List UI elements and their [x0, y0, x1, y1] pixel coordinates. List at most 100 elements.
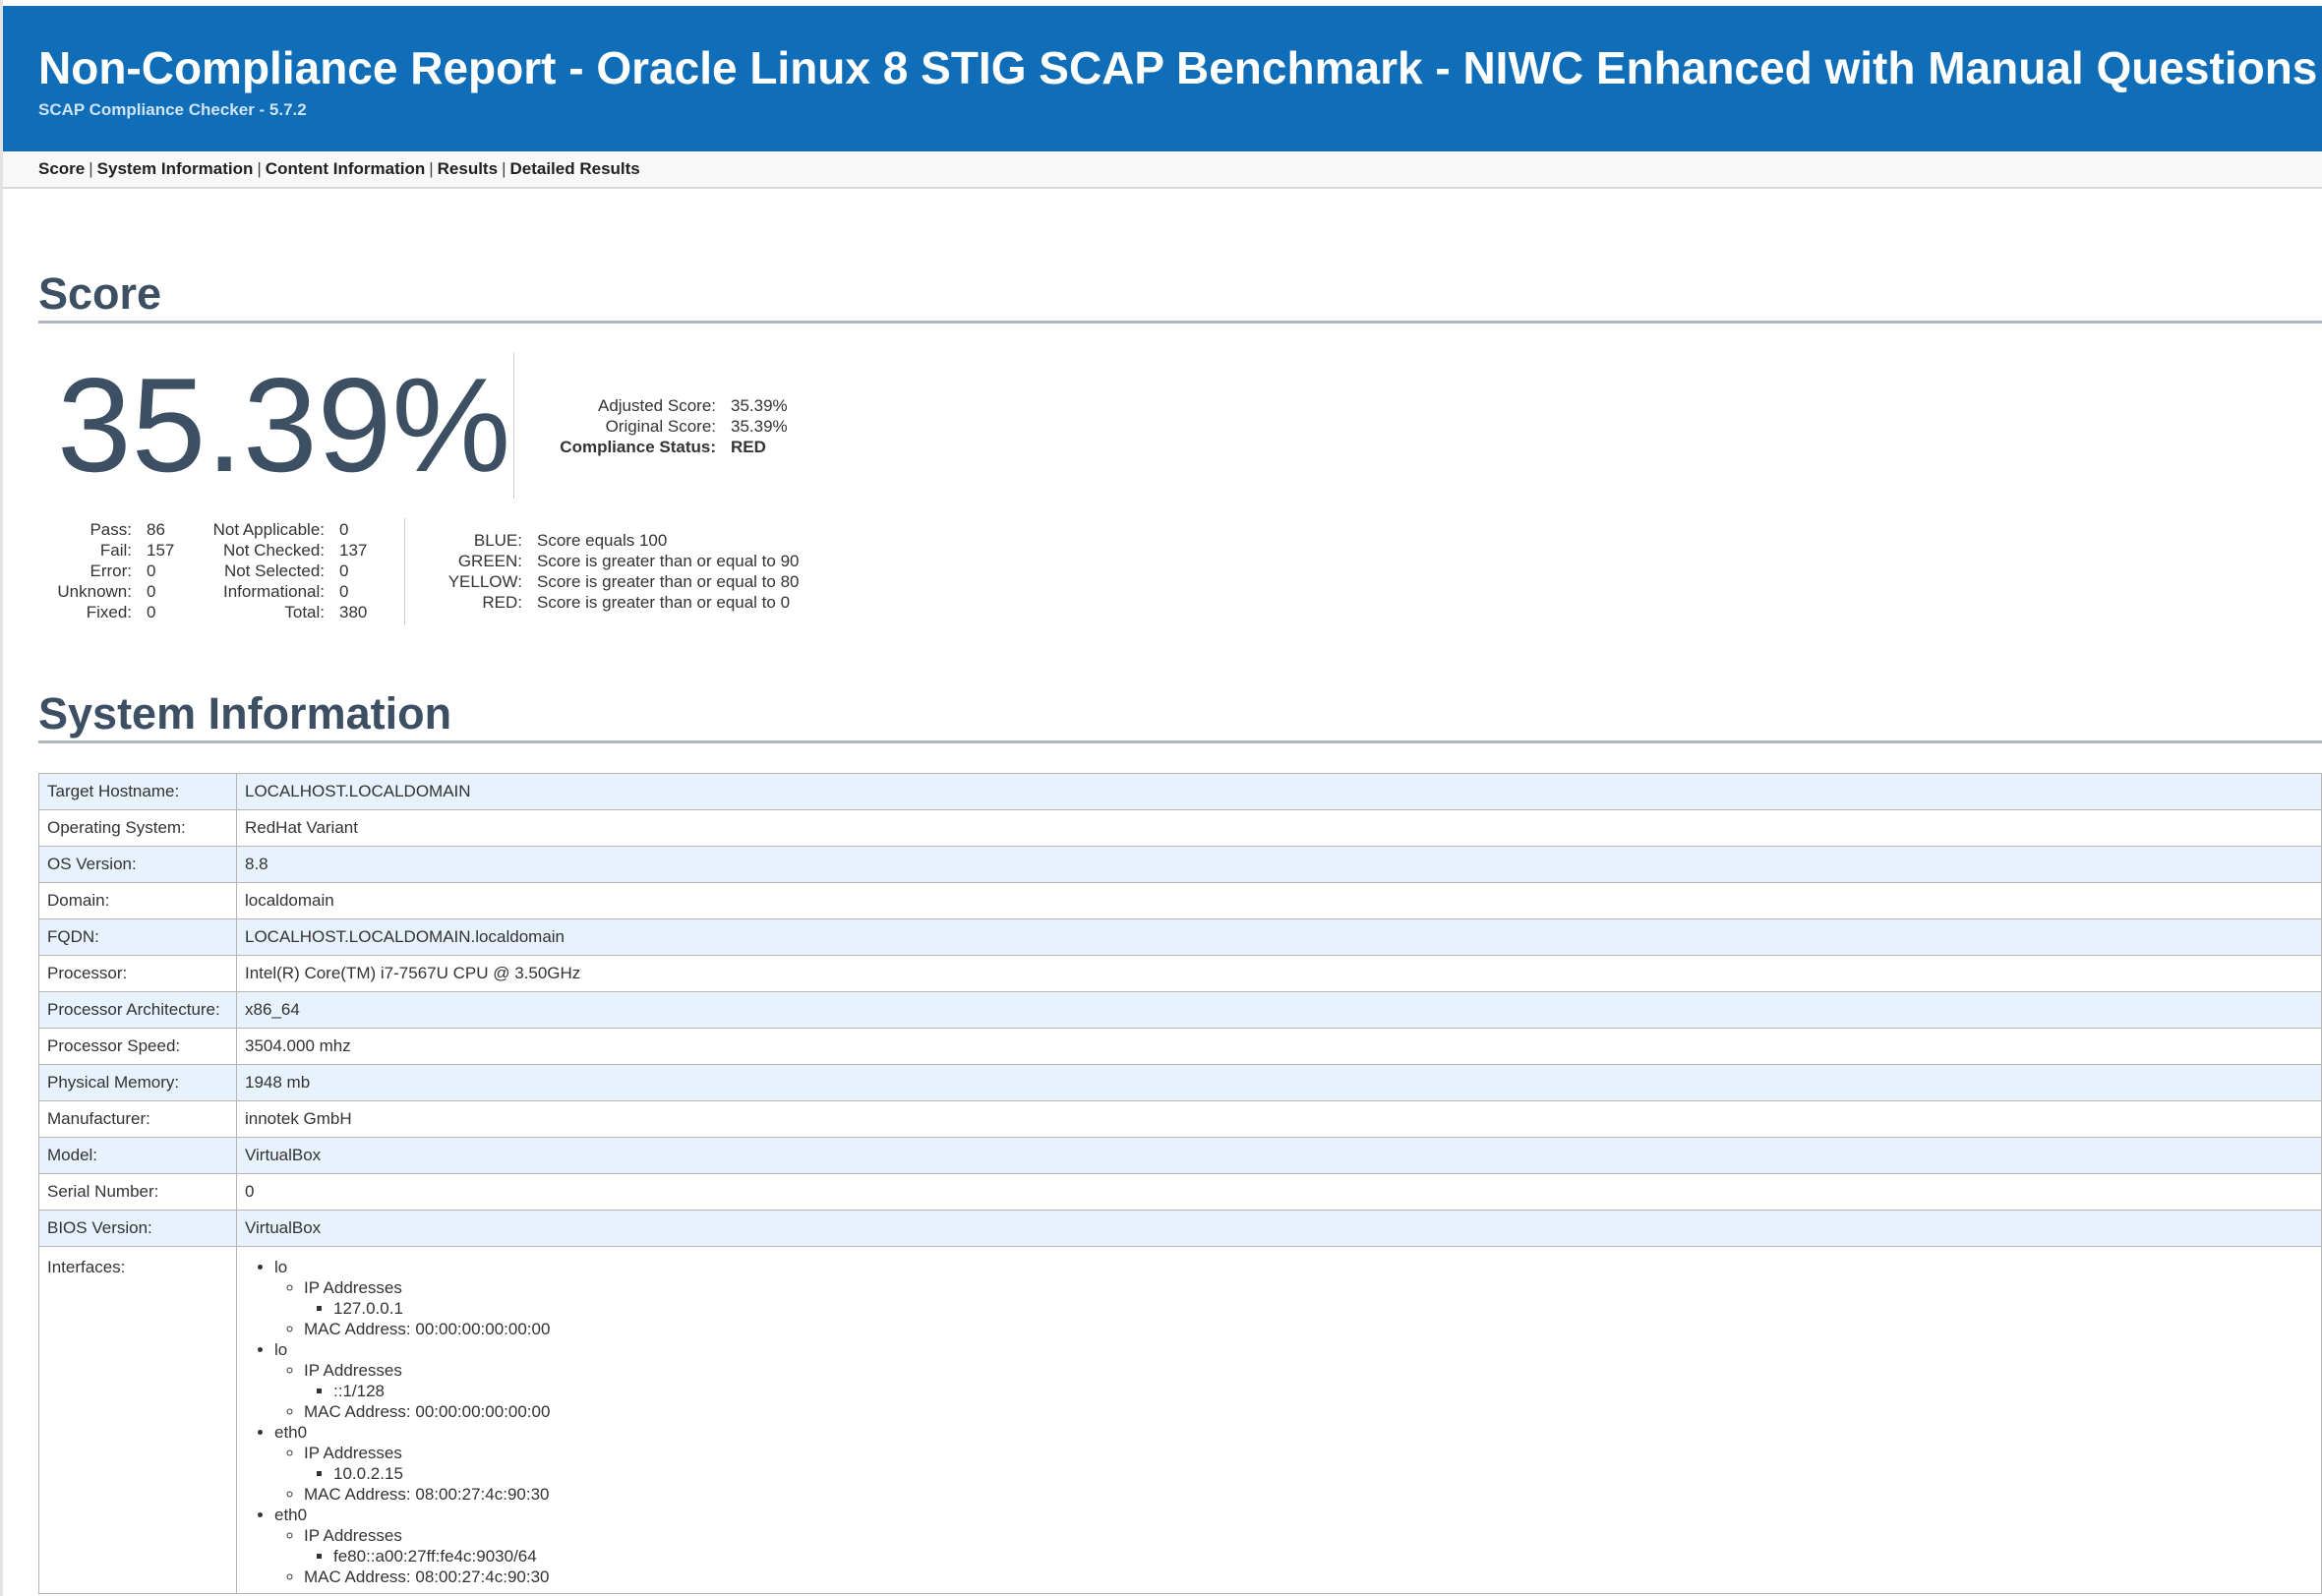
interface-name: lo	[274, 1258, 288, 1276]
row-value: LOCALHOST.LOCALDOMAIN	[236, 773, 2322, 810]
legend-text: Score is greater than or equal to 80	[537, 572, 800, 591]
nav-link-score[interactable]: Score	[38, 159, 85, 178]
table-row: Target Hostname: LOCALHOST.LOCALDOMAIN	[38, 773, 2322, 810]
original-score-value: 35.39%	[731, 417, 788, 436]
interfaces-cell: lo IP Addresses 127.0.0.1 MAC Address: 0…	[236, 1246, 2322, 1594]
legend-label: BLUE:	[473, 531, 522, 550]
row-label: FQDN:	[38, 918, 237, 956]
count-label: Unknown:	[57, 582, 132, 601]
row-label: Operating System:	[38, 809, 237, 847]
interface-name: eth0	[274, 1423, 308, 1442]
result-counts-right: Not Applicable: 0 Not Checked: 137 Not Sel…	[207, 519, 368, 622]
interface-name: eth0	[274, 1506, 308, 1524]
row-value: RedHat Variant	[236, 809, 2322, 847]
ip-addresses-item: IP Addresses 127.0.0.1	[304, 1277, 2313, 1319]
nav-link-system-information[interactable]: System Information	[97, 159, 254, 178]
row-label: Manufacturer:	[38, 1100, 237, 1138]
table-row: Processor: Intel(R) Core(TM) i7-7567U CPU…	[38, 955, 2322, 992]
count-value: 0	[147, 562, 156, 580]
table-row: Domain: localdomain	[38, 882, 2322, 919]
count-label: Fixed:	[86, 603, 132, 621]
ip-address: 127.0.0.1	[333, 1298, 2313, 1319]
count-value: 137	[339, 541, 368, 560]
table-row: Processor Speed: 3504.000 mhz	[38, 1028, 2322, 1065]
row-label: BIOS Version:	[38, 1210, 237, 1247]
count-label: Informational:	[223, 582, 325, 601]
legend-label: RED:	[482, 593, 522, 612]
report-subtitle: SCAP Compliance Checker - 5.7.2	[38, 100, 307, 119]
adjusted-score-value: 35.39%	[731, 396, 788, 415]
interface-name: lo	[274, 1340, 288, 1359]
compliance-status-value: RED	[731, 438, 766, 456]
mac-address: MAC Address: 00:00:00:00:00:00	[304, 1319, 2313, 1339]
row-label: Physical Memory:	[38, 1064, 237, 1101]
table-row: Serial Number: 0	[38, 1173, 2322, 1211]
row-value: 0	[236, 1173, 2322, 1211]
adjusted-score-label: Adjusted Score:	[597, 396, 716, 415]
table-row: Model: VirtualBox	[38, 1137, 2322, 1174]
count-label: Not Selected:	[223, 562, 325, 580]
count-value: 0	[339, 562, 349, 580]
row-value: innotek GmbH	[236, 1100, 2322, 1138]
count-label: Pass:	[89, 520, 132, 539]
count-label: Error:	[89, 562, 133, 580]
counts-divider	[404, 518, 405, 624]
row-label: Interfaces:	[38, 1246, 237, 1594]
score-summary: Adjusted Score: 35.39% Original Score: 35.…	[519, 395, 788, 457]
row-label: Processor:	[38, 955, 237, 992]
interface-item: lo IP Addresses 127.0.0.1 MAC Address: 0…	[274, 1257, 2313, 1339]
report-title: Non-Compliance Report - Oracle Linux 8 S…	[38, 42, 2318, 93]
table-row-interfaces: Interfaces: lo IP Addresses 127.0.0.1 MA…	[38, 1246, 2322, 1594]
ip-address: 10.0.2.15	[333, 1463, 2313, 1484]
interface-item: eth0 IP Addresses 10.0.2.15 MAC Address:…	[274, 1422, 2313, 1505]
report-header: Non-Compliance Report - Oracle Linux 8 S…	[3, 6, 2322, 151]
score-legend: BLUE: Score equals 100 GREEN: Score is gre…	[407, 530, 800, 613]
count-value: 0	[147, 582, 156, 601]
count-value: 86	[147, 520, 165, 539]
row-label: OS Version:	[38, 846, 237, 883]
ip-addresses-label: IP Addresses	[304, 1361, 402, 1380]
legend-text: Score equals 100	[537, 531, 668, 550]
nav-separator: |	[89, 159, 93, 178]
table-row: Processor Architecture: x86_64	[38, 991, 2322, 1029]
ip-addresses-label: IP Addresses	[304, 1444, 402, 1462]
row-value: LOCALHOST.LOCALDOMAIN.localdomain	[236, 918, 2322, 956]
legend-label: GREEN:	[457, 552, 522, 570]
row-label: Target Hostname:	[38, 773, 237, 810]
row-value: VirtualBox	[236, 1210, 2322, 1247]
nav-separator: |	[257, 159, 262, 178]
row-value: Intel(R) Core(TM) i7-7567U CPU @ 3.50GHz	[236, 955, 2322, 992]
interface-item: eth0 IP Addresses fe80::a00:27ff:fe4c:90…	[274, 1505, 2313, 1587]
ip-addresses-label: IP Addresses	[304, 1278, 402, 1297]
result-counts-left: Pass: 86 Fail: 157 Error: 0 Unknown: 0 Fixed…	[51, 519, 174, 622]
system-information-table: Target Hostname: LOCALHOST.LOCALDOMAIN Op…	[38, 773, 2322, 1594]
original-score-label: Original Score:	[605, 417, 716, 436]
count-value: 0	[147, 603, 156, 621]
nav-separator: |	[429, 159, 434, 178]
table-row: BIOS Version: VirtualBox	[38, 1210, 2322, 1247]
score-heading-rule	[38, 321, 2322, 324]
system-information-heading: System Information	[38, 688, 452, 739]
system-information-heading-rule	[38, 740, 2322, 743]
nav-link-content-information[interactable]: Content Information	[266, 159, 425, 178]
table-row: OS Version: 8.8	[38, 846, 2322, 883]
nav-link-detailed-results[interactable]: Detailed Results	[509, 159, 639, 178]
legend-text: Score is greater than or equal to 0	[537, 593, 791, 612]
row-label: Domain:	[38, 882, 237, 919]
compliance-status-label: Compliance Status:	[560, 438, 716, 456]
row-label: Processor Speed:	[38, 1028, 237, 1065]
score-divider	[513, 353, 514, 499]
row-value: localdomain	[236, 882, 2322, 919]
table-row: Operating System: RedHat Variant	[38, 809, 2322, 847]
ip-addresses-item: IP Addresses fe80::a00:27ff:fe4c:9030/64	[304, 1525, 2313, 1566]
ip-address: fe80::a00:27ff:fe4c:9030/64	[333, 1546, 2313, 1566]
count-label: Total:	[284, 603, 325, 621]
table-row: Physical Memory: 1948 mb	[38, 1064, 2322, 1101]
count-value: 380	[339, 603, 368, 621]
ip-addresses-item: IP Addresses 10.0.2.15	[304, 1443, 2313, 1484]
nav-link-results[interactable]: Results	[438, 159, 498, 178]
section-nav: Score | System Information | Content Informa…	[3, 151, 2322, 189]
row-label: Serial Number:	[38, 1173, 237, 1211]
row-value: VirtualBox	[236, 1137, 2322, 1174]
count-value: 0	[339, 520, 349, 539]
